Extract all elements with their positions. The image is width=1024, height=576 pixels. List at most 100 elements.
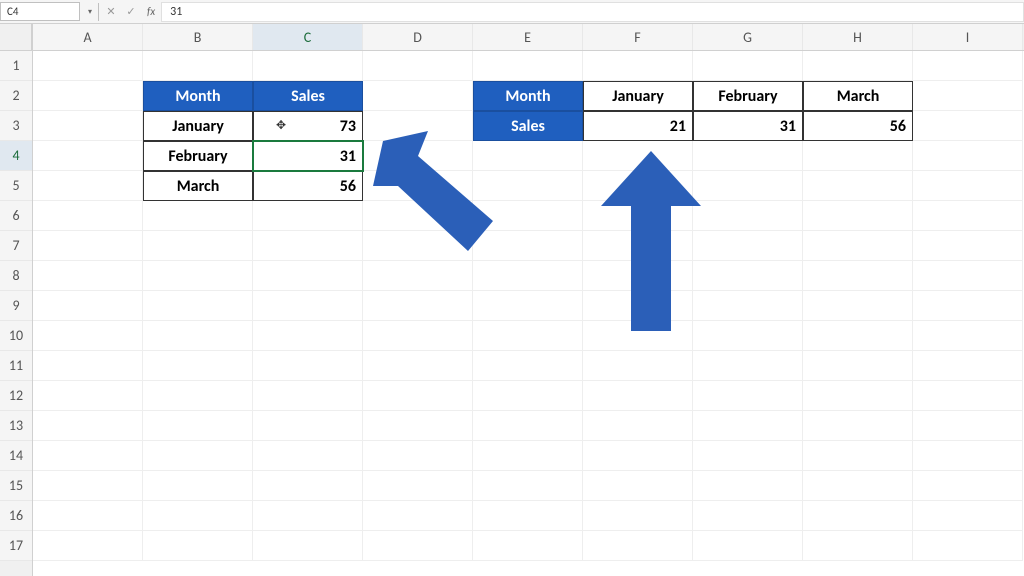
table1-header-month[interactable]: Month (143, 81, 253, 111)
cell[interactable] (33, 51, 143, 81)
cell[interactable] (33, 231, 143, 261)
col-header[interactable]: C (253, 24, 363, 50)
cell[interactable] (803, 501, 913, 531)
cell[interactable] (583, 501, 693, 531)
cell[interactable] (803, 171, 913, 201)
cell[interactable] (913, 441, 1023, 471)
cell[interactable] (803, 231, 913, 261)
col-header[interactable]: B (143, 24, 253, 50)
row-header[interactable]: 14 (0, 441, 32, 471)
cell[interactable] (803, 291, 913, 321)
row-header[interactable]: 3 (0, 111, 32, 141)
cell[interactable] (143, 231, 253, 261)
cancel-icon[interactable]: ✕ (101, 5, 121, 18)
cell[interactable] (913, 411, 1023, 441)
table2-month[interactable]: March (803, 81, 913, 111)
cell[interactable] (693, 501, 803, 531)
cell[interactable] (913, 531, 1023, 561)
cell[interactable] (473, 291, 583, 321)
cell[interactable] (693, 231, 803, 261)
cell[interactable] (363, 531, 473, 561)
cell[interactable] (33, 381, 143, 411)
cell[interactable] (143, 351, 253, 381)
cell[interactable] (33, 81, 143, 111)
cell[interactable] (913, 381, 1023, 411)
cell[interactable] (693, 441, 803, 471)
row-header[interactable]: 7 (0, 231, 32, 261)
cell[interactable] (33, 531, 143, 561)
table1-sales[interactable]: 56 (253, 171, 363, 201)
cell[interactable] (143, 51, 253, 81)
cell[interactable] (143, 201, 253, 231)
cell[interactable] (143, 531, 253, 561)
cell[interactable] (473, 531, 583, 561)
fx-icon[interactable]: fx (141, 5, 161, 18)
cell[interactable] (363, 411, 473, 441)
cell[interactable] (583, 381, 693, 411)
cell[interactable] (473, 351, 583, 381)
cell[interactable] (33, 201, 143, 231)
cell[interactable] (693, 471, 803, 501)
cell[interactable] (363, 291, 473, 321)
row-header[interactable]: 9 (0, 291, 32, 321)
cell[interactable] (473, 381, 583, 411)
row-header[interactable]: 13 (0, 411, 32, 441)
cell[interactable] (803, 141, 913, 171)
cell[interactable] (253, 321, 363, 351)
cell[interactable] (253, 441, 363, 471)
row-header[interactable]: 10 (0, 321, 32, 351)
row-header[interactable]: 12 (0, 381, 32, 411)
confirm-icon[interactable]: ✓ (121, 5, 141, 18)
cell[interactable] (363, 501, 473, 531)
row-header[interactable]: 8 (0, 261, 32, 291)
cell[interactable] (33, 441, 143, 471)
table2-month[interactable]: January (583, 81, 693, 111)
cell[interactable] (33, 291, 143, 321)
cell[interactable] (363, 471, 473, 501)
cell[interactable] (913, 231, 1023, 261)
cell[interactable] (913, 351, 1023, 381)
cell[interactable] (913, 81, 1023, 111)
cell[interactable] (253, 501, 363, 531)
cell[interactable] (143, 411, 253, 441)
row-header[interactable]: 5 (0, 171, 32, 201)
cell[interactable] (363, 351, 473, 381)
cell[interactable] (693, 171, 803, 201)
cell[interactable] (803, 381, 913, 411)
cell[interactable] (33, 261, 143, 291)
cell[interactable] (803, 351, 913, 381)
table1-month[interactable]: February (143, 141, 253, 171)
col-header[interactable]: E (473, 24, 583, 50)
table1-month[interactable]: January (143, 111, 253, 141)
row-header[interactable]: 15 (0, 471, 32, 501)
cell[interactable] (913, 471, 1023, 501)
cells-area[interactable]: Month Sales Month January February March… (33, 51, 1024, 576)
cell[interactable] (913, 171, 1023, 201)
cell[interactable] (473, 411, 583, 441)
table1-month[interactable]: March (143, 171, 253, 201)
cell[interactable] (33, 111, 143, 141)
cell[interactable] (803, 411, 913, 441)
cell[interactable] (33, 171, 143, 201)
cell[interactable] (693, 291, 803, 321)
cell[interactable] (143, 261, 253, 291)
cell[interactable] (33, 501, 143, 531)
cell[interactable] (693, 321, 803, 351)
cell[interactable] (363, 441, 473, 471)
cell[interactable] (693, 201, 803, 231)
cell[interactable] (473, 441, 583, 471)
cell[interactable] (693, 51, 803, 81)
cell[interactable] (913, 201, 1023, 231)
cell[interactable] (583, 531, 693, 561)
cell[interactable] (693, 141, 803, 171)
cell[interactable] (803, 201, 913, 231)
row-header[interactable]: 1 (0, 51, 32, 81)
cell[interactable] (363, 321, 473, 351)
cell[interactable] (33, 321, 143, 351)
cell[interactable] (803, 261, 913, 291)
table1-sales[interactable]: 73 (253, 111, 363, 141)
cell[interactable] (253, 261, 363, 291)
cell[interactable] (33, 471, 143, 501)
cell[interactable] (583, 441, 693, 471)
row-header[interactable]: 2 (0, 81, 32, 111)
